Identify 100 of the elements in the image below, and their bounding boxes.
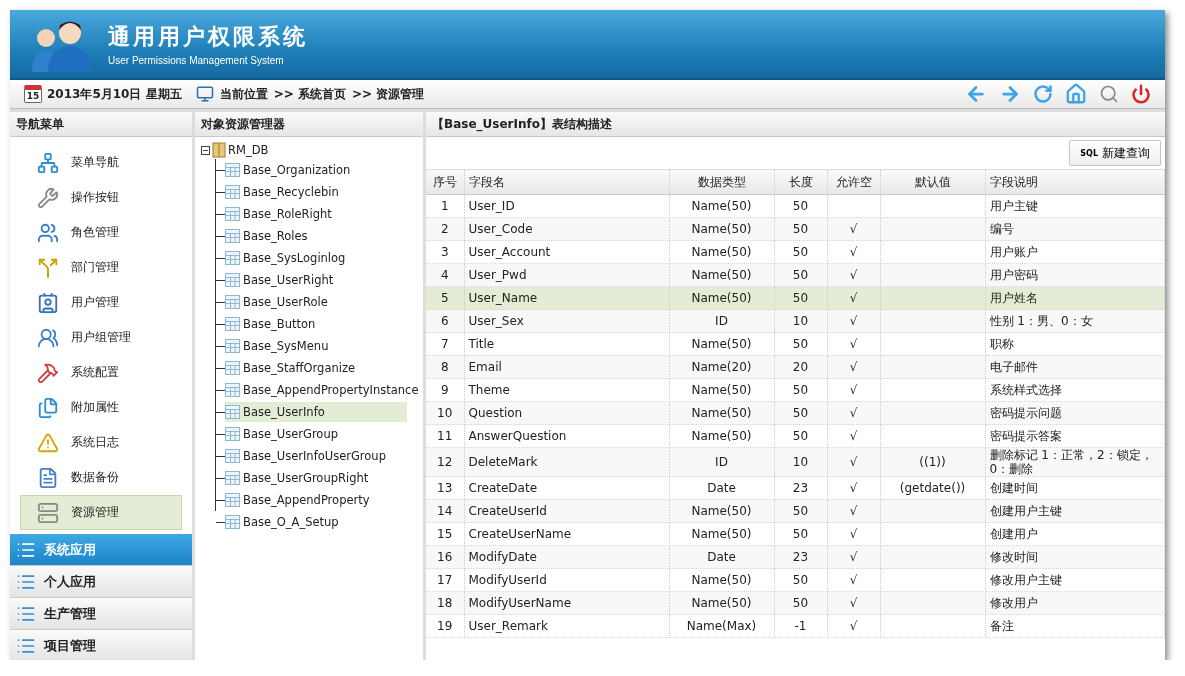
table-row[interactable]: 8 Email Name(20) 20 √ 电子邮件 [426,355,1165,379]
table-row[interactable]: 18 ModifyUserName Name(50) 50 √ 修改用户 [426,591,1165,615]
table-cell: 10 [774,309,827,333]
table-cell: User_Name [464,286,669,310]
table-cell: Name(50) [669,217,774,241]
table-row[interactable]: 12 DeleteMark ID 10 √ ((1)) 删除标记 1：正常，2：锁定，0：删除 [426,447,1165,477]
table-row[interactable]: 10 Question Name(50) 50 √ 密码提示问题 [426,401,1165,425]
tree-item[interactable]: Base_AppendProperty [225,490,407,510]
tree-item[interactable]: Base_Button [225,314,407,334]
tree-item[interactable]: Base_UserInfo [225,402,407,422]
tree-item[interactable]: Base_Recyclebin [225,182,407,202]
new-query-button[interactable]: SQL 新建查询 [1069,140,1161,166]
table-cell: 2 [426,217,464,241]
table-cell: Email [464,355,669,379]
tree-item[interactable]: Base_Organization [225,160,407,180]
table-cell: 17 [426,568,464,592]
table-cell: 6 [426,309,464,333]
tree-item[interactable]: Base_UserGroupRight [225,468,407,488]
nav-item[interactable]: 数据备份 [20,460,182,495]
nav-item[interactable]: 资源管理 [20,495,182,530]
table-cell: 50 [774,424,827,448]
table-cell: 系统样式选择 [985,378,1165,402]
tree-item[interactable]: Base_UserInfoUserGroup [225,446,407,466]
table-cell: Date [669,545,774,569]
table-cell: 创建用户 [985,522,1165,546]
table-row[interactable]: 11 AnswerQuestion Name(50) 50 √ 密码提示答案 [426,424,1165,448]
breadcrumb-link[interactable]: >> 系统首页 [273,85,346,103]
table-row[interactable]: 15 CreateUserName Name(50) 50 √ 创建用户 [426,522,1165,546]
table-cell: 50 [774,194,827,218]
sql-icon: SQL [1080,148,1098,158]
table-cell: -1 [774,614,827,638]
nav-item[interactable]: 操作按钮 [20,180,182,215]
table-row[interactable]: 1 User_ID Name(50) 50 用户主键 [426,194,1165,218]
table-cell: 修改用户主键 [985,568,1165,592]
tree-title: 对象资源管理器 [195,112,423,137]
table-cell: DeleteMark [464,447,669,477]
table-row[interactable]: 2 User_Code Name(50) 50 √ 编号 [426,217,1165,241]
table-cell: User_Account [464,240,669,264]
nav-item[interactable]: 部门管理 [20,250,182,285]
column-header[interactable]: 字段名 [464,170,669,195]
nav-item[interactable]: 系统配置 [20,355,182,390]
table-row[interactable]: 14 CreateUserId Name(50) 50 √ 创建用户主键 [426,499,1165,523]
table-cell: Name(50) [669,263,774,287]
tree-item[interactable]: Base_RoleRight [225,204,407,224]
nav-item[interactable]: 菜单导航 [20,145,182,180]
table-row[interactable]: 9 Theme Name(50) 50 √ 系统样式选择 [426,378,1165,402]
table-cell: √ [827,263,880,287]
table-row[interactable]: 6 User_Sex ID 10 √ 性别 1：男、0：女 [426,309,1165,333]
table-cell: 15 [426,522,464,546]
table-cell: ModifyDate [464,545,669,569]
table-cell: √ [827,499,880,523]
table-cell: Name(50) [669,499,774,523]
tree-item[interactable]: Base_StaffOrganize [225,358,407,378]
table-cell: 10 [426,401,464,425]
table-row[interactable]: 19 User_Remark Name(Max) -1 √ 备注 [426,614,1165,638]
nav-item[interactable]: 角色管理 [20,215,182,250]
nav-section[interactable]: 生产管理 [10,598,192,630]
table-cell: 3 [426,240,464,264]
tree-item[interactable]: Base_O_A_Setup [225,512,407,532]
table-row[interactable]: 7 Title Name(50) 50 √ 职称 [426,332,1165,356]
table-cell: 5 [426,286,464,310]
table-cell: √ [827,309,880,333]
table-row[interactable]: 5 User_Name Name(50) 50 √ 用户姓名 [426,286,1165,310]
tree-item[interactable]: Base_UserRole [225,292,407,312]
table-cell: √ [827,545,880,569]
table-cell: 19 [426,614,464,638]
table-cell: Name(50) [669,522,774,546]
column-header[interactable]: 默认值 [880,170,985,195]
table-cell: ModifyUserId [464,568,669,592]
nav-item[interactable]: 系统日志 [20,425,182,460]
nav-section[interactable]: 个人应用 [10,566,192,598]
table-cell: √ [827,378,880,402]
table-cell: User_ID [464,194,669,218]
column-header[interactable]: 允许空 [827,170,880,195]
breadcrumb-link[interactable]: >> 资源管理 [351,85,425,103]
table-cell: ((1)) [880,447,985,477]
column-header[interactable]: 字段说明 [985,170,1165,195]
nav-item[interactable]: 用户管理 [20,285,182,320]
table-cell: 8 [426,355,464,379]
table-row[interactable]: 17 ModifyUserId Name(50) 50 √ 修改用户主键 [426,568,1165,592]
table-row[interactable]: 13 CreateDate Date 23 √ (getdate()) 创建时间 [426,476,1165,500]
nav-item[interactable]: 附加属性 [20,390,182,425]
table-cell: 12 [426,447,464,477]
column-header[interactable]: 长度 [774,170,827,195]
nav-section[interactable]: 项目管理 [10,630,192,660]
tree-item[interactable]: Base_UserRight [225,270,407,290]
tree-item[interactable]: Base_Roles [225,226,407,246]
column-header[interactable]: 数据类型 [669,170,774,195]
tree-item[interactable]: Base_SysLoginlog [225,248,407,268]
tree-item[interactable]: Base_SysMenu [225,336,407,356]
table-cell: Date [669,476,774,500]
table-row[interactable]: 3 User_Account Name(50) 50 √ 用户账户 [426,240,1165,264]
table-row[interactable]: 16 ModifyDate Date 23 √ 修改时间 [426,545,1165,569]
table-row[interactable]: 4 User_Pwd Name(50) 50 √ 用户密码 [426,263,1165,287]
tree-item[interactable]: Base_UserGroup [225,424,407,444]
tree-item[interactable]: RM_DB [228,140,410,160]
table-cell: √ [827,614,880,638]
tree-item[interactable]: Base_AppendPropertyInstance [225,380,421,400]
column-header[interactable]: 序号 [426,170,464,195]
nav-item[interactable]: 用户组管理 [20,320,182,355]
